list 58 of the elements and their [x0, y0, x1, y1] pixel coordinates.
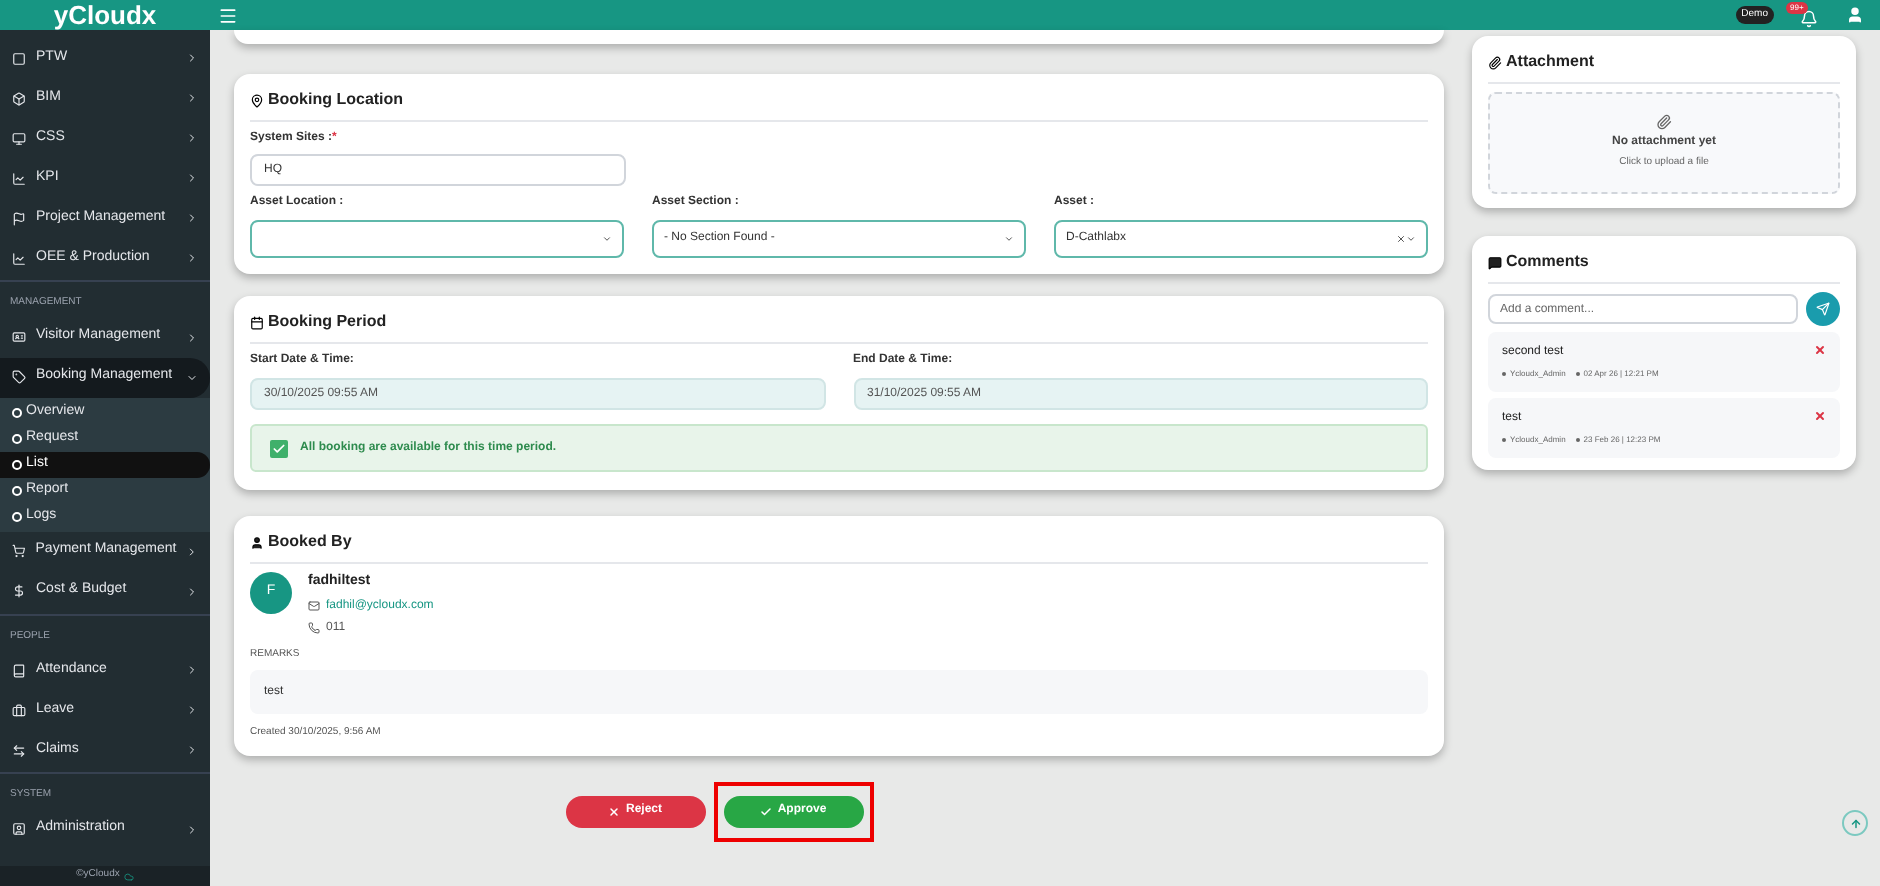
chevron-right-icon: [186, 664, 198, 676]
caret-icon: [1406, 234, 1416, 244]
caret-icon: [1004, 234, 1014, 244]
caret-icon: [602, 234, 612, 244]
check-icon: [759, 805, 772, 817]
chevron-right-icon: [186, 585, 198, 597]
close-icon: [607, 805, 620, 817]
line-chart-icon: [12, 171, 26, 185]
delete-icon[interactable]: [1814, 344, 1826, 356]
chevron-right-icon: [186, 212, 198, 224]
mail-icon: [308, 600, 320, 612]
swap-icon: [12, 743, 26, 757]
chevron-right-icon: [186, 132, 198, 144]
speech-bubble-icon: [1488, 255, 1502, 269]
square-icon: [12, 51, 26, 65]
user-icon: [250, 535, 264, 549]
paperclip-icon: [1656, 114, 1672, 131]
phone-icon: [308, 622, 320, 634]
bell-icon[interactable]: [1800, 9, 1818, 27]
select-field[interactable]: [250, 220, 624, 258]
id-card-icon: [12, 330, 26, 344]
paperclip-icon: [1488, 55, 1502, 69]
dollar-icon: [12, 584, 26, 598]
chevron-right-icon: [186, 545, 198, 557]
user-icon[interactable]: [1846, 6, 1864, 24]
section-title: Comments: [1506, 250, 1589, 274]
chevron-down-icon: [186, 371, 198, 383]
chevron-right-icon: [186, 331, 198, 343]
section-title: Booking Period: [268, 310, 387, 334]
briefcase-icon: [12, 703, 26, 717]
cart-icon: [12, 544, 26, 558]
menu-icon[interactable]: [218, 5, 238, 25]
section-title: Attachment: [1506, 50, 1595, 74]
send-button[interactable]: [1806, 292, 1840, 326]
chevron-right-icon: [186, 744, 198, 756]
book-icon: [12, 663, 26, 677]
chevron-right-icon: [186, 823, 198, 835]
section-title: Booked By: [268, 530, 352, 554]
chevron-right-icon: [186, 172, 198, 184]
tag-icon: [12, 370, 26, 384]
user-card-icon: [12, 822, 26, 836]
send-icon: [1816, 302, 1830, 316]
cloud-icon: [123, 871, 134, 881]
chevron-right-icon: [186, 704, 198, 716]
chevron-right-icon: [186, 252, 198, 264]
flag-icon: [12, 211, 26, 225]
delete-icon[interactable]: [1814, 410, 1826, 422]
brand-logo: yCloudx: [0, 0, 210, 30]
line-chart-icon: [12, 251, 26, 265]
cube-icon: [12, 91, 26, 105]
monitor-icon: [12, 131, 26, 145]
arrow-up-icon: [1849, 817, 1861, 829]
map-pin-icon: [250, 93, 264, 107]
section-title: Booking Location: [268, 88, 404, 112]
chevron-right-icon: [186, 92, 198, 104]
chevron-right-icon: [186, 52, 198, 64]
calendar-icon: [250, 315, 264, 329]
scroll-top-button[interactable]: [1842, 810, 1868, 836]
